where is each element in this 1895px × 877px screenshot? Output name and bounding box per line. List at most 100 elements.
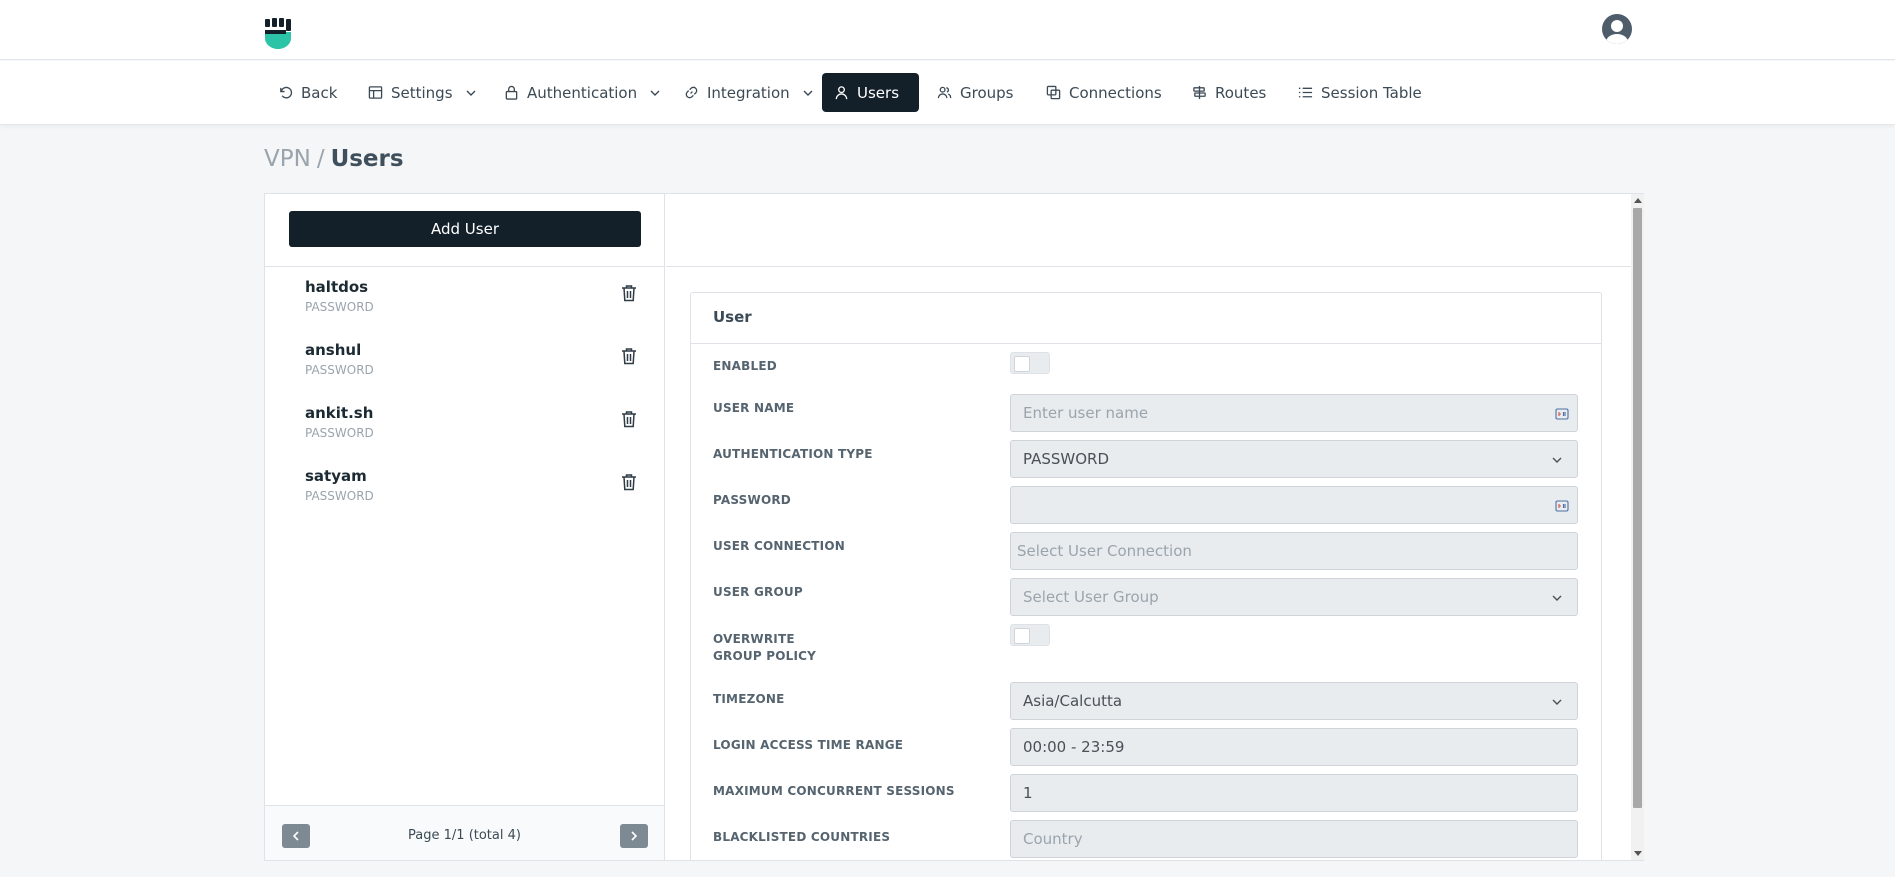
nav-authentication[interactable]: Authentication (492, 73, 673, 112)
user-list-item[interactable]: satyam PASSWORD (305, 467, 645, 511)
users-list-column: Add User haltdos PASSWORD anshul PASSWOR… (265, 194, 665, 860)
user-detail-column: User ENABLED USER NAME Enter user name A… (666, 194, 1631, 860)
user-list-item[interactable]: anshul PASSWORD (305, 341, 645, 385)
chevron-down-icon (1552, 595, 1562, 601)
timezone-value: Asia/Calcutta (1023, 692, 1123, 710)
detail-header (666, 194, 1631, 267)
user-list-item[interactable]: ankit.sh PASSWORD (305, 404, 645, 448)
user-connection-label: USER CONNECTION (713, 539, 845, 553)
login-time-input[interactable]: 00:00 - 23:59 (1010, 728, 1578, 766)
user-type-text: PASSWORD (305, 363, 374, 377)
user-group-label: USER GROUP (713, 585, 803, 599)
auth-type-value: PASSWORD (1023, 450, 1110, 468)
chevron-down-icon (1552, 457, 1562, 463)
signpost-icon (1193, 85, 1206, 100)
blacklisted-countries-placeholder: Country (1023, 830, 1083, 848)
login-time-label: LOGIN ACCESS TIME RANGE (713, 738, 904, 752)
password-input[interactable] (1010, 486, 1578, 524)
detail-scrollbar[interactable] (1631, 194, 1644, 860)
blacklisted-countries-label: BLACKLISTED COUNTRIES (713, 830, 891, 844)
overwrite-group-policy-toggle[interactable] (1010, 624, 1050, 646)
nav-session-table[interactable]: Session Table (1286, 73, 1434, 112)
nav-connections[interactable]: Connections (1034, 73, 1174, 112)
nav-back-label: Back (301, 83, 338, 102)
trash-icon[interactable] (621, 410, 637, 428)
enabled-toggle[interactable] (1010, 352, 1050, 374)
nav-integration-label: Integration (707, 83, 790, 102)
avatar-person-icon (1602, 14, 1632, 44)
nav-groups[interactable]: Groups (925, 73, 1025, 112)
password-manager-icon[interactable] (1555, 499, 1569, 513)
link-icon (685, 86, 698, 99)
nav-session-table-label: Session Table (1321, 83, 1422, 102)
page-title: Users (330, 146, 404, 172)
nav-back[interactable]: Back (266, 73, 349, 112)
blacklisted-countries-input[interactable]: Country (1010, 820, 1578, 858)
trash-icon[interactable] (621, 473, 637, 491)
undo-icon (280, 86, 293, 99)
users-panel: Add User haltdos PASSWORD anshul PASSWOR… (264, 193, 1644, 861)
user-group-select[interactable]: Select User Group (1010, 578, 1578, 616)
overwrite-label-line2: GROUP POLICY (713, 649, 817, 663)
breadcrumb-root[interactable]: VPN (264, 146, 311, 172)
overwrite-group-policy-label: OVERWRITE GROUP POLICY (713, 631, 816, 665)
enabled-label: ENABLED (713, 359, 777, 373)
main-nav: Back Settings Authentication Integration… (0, 61, 1895, 125)
pagination-text: Page 1/1 (total 4) (408, 828, 521, 843)
password-label: PASSWORD (713, 493, 791, 507)
chevron-down-icon (803, 90, 813, 96)
breadcrumb: VPN / Users (264, 146, 404, 172)
chevron-right-icon (631, 831, 638, 841)
form-title: User (713, 308, 752, 326)
user-name-text: ankit.sh (305, 404, 374, 422)
nav-users[interactable]: Users (822, 73, 919, 112)
lock-icon (505, 85, 518, 100)
layout-icon (368, 86, 383, 99)
user-type-text: PASSWORD (305, 300, 374, 314)
trash-icon[interactable] (621, 284, 637, 302)
max-sessions-input[interactable]: 1 (1010, 774, 1578, 812)
scroll-down-arrow-icon[interactable] (1634, 851, 1642, 856)
user-group-placeholder: Select User Group (1023, 588, 1159, 606)
nav-groups-label: Groups (960, 83, 1014, 102)
user-name-text: satyam (305, 467, 367, 485)
user-connection-placeholder: Select User Connection (1017, 542, 1192, 560)
chevron-down-icon (650, 90, 660, 96)
max-sessions-label: MAXIMUM CONCURRENT SESSIONS (713, 784, 955, 798)
user-form-card: User ENABLED USER NAME Enter user name A… (690, 292, 1602, 860)
scrollbar-thumb[interactable] (1633, 208, 1642, 808)
breadcrumb-separator: / (316, 146, 325, 172)
user-type-text: PASSWORD (305, 489, 374, 503)
timezone-select[interactable]: Asia/Calcutta (1010, 682, 1578, 720)
users-icon (937, 86, 952, 99)
user-list-item[interactable]: haltdos PASSWORD (305, 278, 645, 322)
nav-connections-label: Connections (1069, 83, 1162, 102)
nav-integration[interactable]: Integration (672, 73, 826, 112)
divider (691, 343, 1601, 344)
trash-icon[interactable] (621, 347, 637, 365)
auth-type-select[interactable]: PASSWORD (1010, 440, 1578, 478)
user-type-text: PASSWORD (305, 426, 374, 440)
user-name-input[interactable]: Enter user name (1010, 394, 1578, 432)
user-name-text: anshul (305, 341, 362, 359)
login-time-value: 00:00 - 23:59 (1023, 738, 1125, 756)
divider (265, 266, 664, 267)
nav-users-label: Users (857, 83, 900, 102)
password-manager-icon[interactable] (1555, 407, 1569, 421)
top-bar (0, 0, 1895, 60)
timezone-label: TIMEZONE (713, 692, 785, 706)
nav-routes[interactable]: Routes (1180, 73, 1278, 112)
chevron-down-icon (466, 90, 476, 96)
user-name-placeholder: Enter user name (1023, 404, 1149, 422)
add-user-button[interactable]: Add User (289, 211, 641, 247)
nav-settings[interactable]: Settings (356, 73, 489, 112)
user-avatar[interactable] (1602, 14, 1632, 44)
auth-type-label: AUTHENTICATION TYPE (713, 447, 873, 461)
user-connection-input[interactable]: Select User Connection (1010, 532, 1578, 570)
scroll-up-arrow-icon[interactable] (1634, 198, 1642, 203)
chevron-down-icon (1552, 699, 1562, 705)
list-icon (1298, 87, 1313, 98)
next-page-button[interactable] (620, 824, 648, 848)
max-sessions-value: 1 (1023, 784, 1033, 802)
brand-logo-icon[interactable] (264, 18, 292, 50)
